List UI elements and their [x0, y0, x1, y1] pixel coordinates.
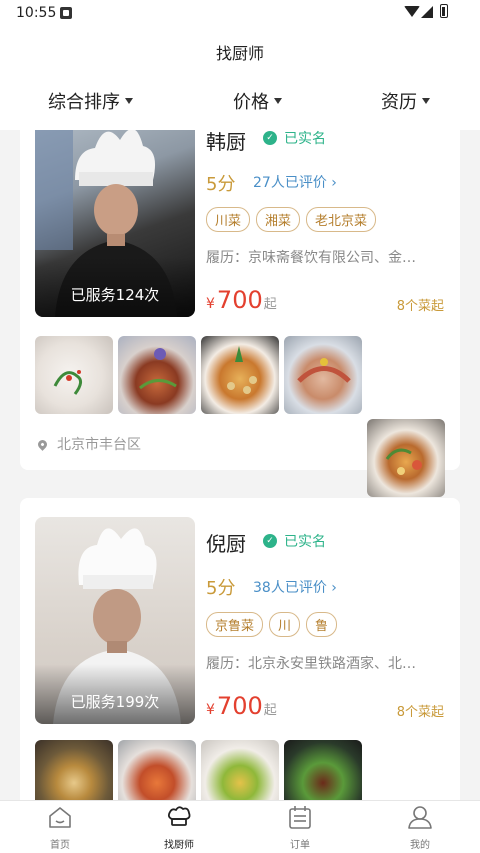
notification-icon [60, 7, 72, 19]
currency-symbol: ¥ [206, 702, 215, 718]
verified-check-icon: ✓ [263, 131, 277, 145]
price-amount: 700 [216, 286, 263, 314]
chef-photo[interactable]: 已服务124次 [35, 110, 195, 317]
dish-photo[interactable] [35, 740, 113, 808]
reviews-link[interactable]: 27人已评价 › [253, 172, 337, 192]
filter-price[interactable]: 价格 [233, 88, 282, 114]
chef-name: 韩厨 [206, 130, 246, 154]
dish-photo[interactable] [118, 336, 196, 414]
caret-down-icon [125, 98, 133, 104]
signal-icon [421, 6, 433, 18]
bottom-tab-bar: 首页 找厨师 订单 我的 [0, 800, 480, 853]
battery-icon [440, 4, 448, 18]
tab-find-chef-label: 找厨师 [164, 840, 194, 851]
dish-photo[interactable] [118, 740, 196, 808]
location-label: 北京市丰台区 [57, 437, 141, 453]
dish-photo[interactable] [201, 336, 279, 414]
dish-gallery [35, 336, 367, 414]
cuisine-tag: 川菜 [206, 207, 251, 232]
verified-badge: ✓ 已实名 [263, 531, 326, 551]
chef-card[interactable]: 已服务124次 韩厨 ✓ 已实名 5分 27人已评价 › 川菜 湘菜 老北京菜 … [20, 100, 460, 470]
price-amount: 700 [216, 692, 263, 720]
filter-sort[interactable]: 综合排序 [48, 88, 133, 114]
dish-photo[interactable] [201, 740, 279, 808]
tab-home-label: 首页 [50, 840, 70, 851]
dish-gallery [35, 740, 367, 808]
tab-profile[interactable]: 我的 [390, 805, 450, 851]
cuisine-tag: 川 [269, 612, 301, 637]
cuisine-tags: 京鲁菜 川 鲁 [206, 612, 343, 637]
dish-photo[interactable] [284, 336, 362, 414]
price-suffix: 起 [263, 703, 277, 718]
chef-photo[interactable]: 已服务199次 [35, 517, 195, 724]
dish-photo[interactable] [367, 419, 445, 497]
cuisine-tag: 湘菜 [256, 207, 301, 232]
page-title: 找厨师 [215, 44, 264, 63]
chef-price: ¥ 700 起 [206, 692, 277, 720]
verified-label: 已实名 [284, 131, 326, 147]
filter-experience[interactable]: 资历 [381, 88, 430, 114]
chef-score: 5分 [206, 174, 236, 195]
verified-check-icon: ✓ [263, 534, 277, 548]
status-time: 10:55 [16, 5, 57, 21]
reviews-link[interactable]: 38人已评价 › [253, 577, 337, 597]
tab-home[interactable]: 首页 [30, 805, 90, 851]
reviews-label: 38人已评价 [253, 580, 327, 596]
tab-orders[interactable]: 订单 [270, 805, 330, 851]
reviews-label: 27人已评价 [253, 175, 327, 191]
order-icon [289, 806, 311, 829]
chef-resume: 履历：北京永安里铁路酒家、北… [206, 656, 416, 672]
home-icon [49, 807, 71, 828]
chef-price: ¥ 700 起 [206, 286, 277, 314]
chef-score: 5分 [206, 578, 236, 599]
min-dishes: 8个菜起 [396, 299, 444, 314]
filter-bar: 综合排序 价格 资历 [0, 88, 480, 118]
dish-photo[interactable] [35, 336, 113, 414]
tab-profile-label: 我的 [410, 840, 430, 851]
chef-location: 北京市丰台区 [36, 434, 141, 454]
wifi-icon [404, 6, 420, 17]
top-bar: 10:55 找厨师 综合排序 价格 资历 [0, 0, 480, 130]
chef-hat-icon [167, 806, 191, 826]
chef-resume: 履历：京味斋餐饮有限公司、金… [206, 250, 416, 266]
chevron-right-icon: › [331, 580, 337, 596]
caret-down-icon [274, 98, 282, 104]
price-suffix: 起 [263, 297, 277, 312]
cuisine-tags: 川菜 湘菜 老北京菜 [206, 207, 382, 232]
tab-orders-label: 订单 [290, 840, 310, 851]
caret-down-icon [422, 98, 430, 104]
cuisine-tag: 鲁 [306, 612, 338, 637]
chevron-right-icon: › [331, 175, 337, 191]
dish-photo[interactable] [284, 740, 362, 808]
currency-symbol: ¥ [206, 296, 215, 312]
verified-label: 已实名 [284, 534, 326, 550]
served-count: 已服务199次 [70, 693, 160, 711]
location-pin-icon [36, 437, 49, 451]
filter-experience-label: 资历 [381, 92, 417, 113]
user-icon [408, 806, 432, 829]
verified-badge: ✓ 已实名 [263, 128, 326, 148]
chef-name: 倪厨 [206, 532, 246, 556]
tab-find-chef[interactable]: 找厨师 [149, 805, 209, 851]
chef-card[interactable]: 已服务199次 倪厨 ✓ 已实名 5分 38人已评价 › 京鲁菜 川 鲁 履历：… [20, 498, 460, 808]
status-bar: 10:55 [0, 0, 480, 28]
cuisine-tag: 老北京菜 [306, 207, 377, 232]
served-count: 已服务124次 [70, 286, 160, 304]
filter-price-label: 价格 [233, 92, 269, 113]
cuisine-tag: 京鲁菜 [206, 612, 264, 637]
min-dishes: 8个菜起 [396, 705, 444, 720]
filter-sort-label: 综合排序 [48, 92, 120, 113]
